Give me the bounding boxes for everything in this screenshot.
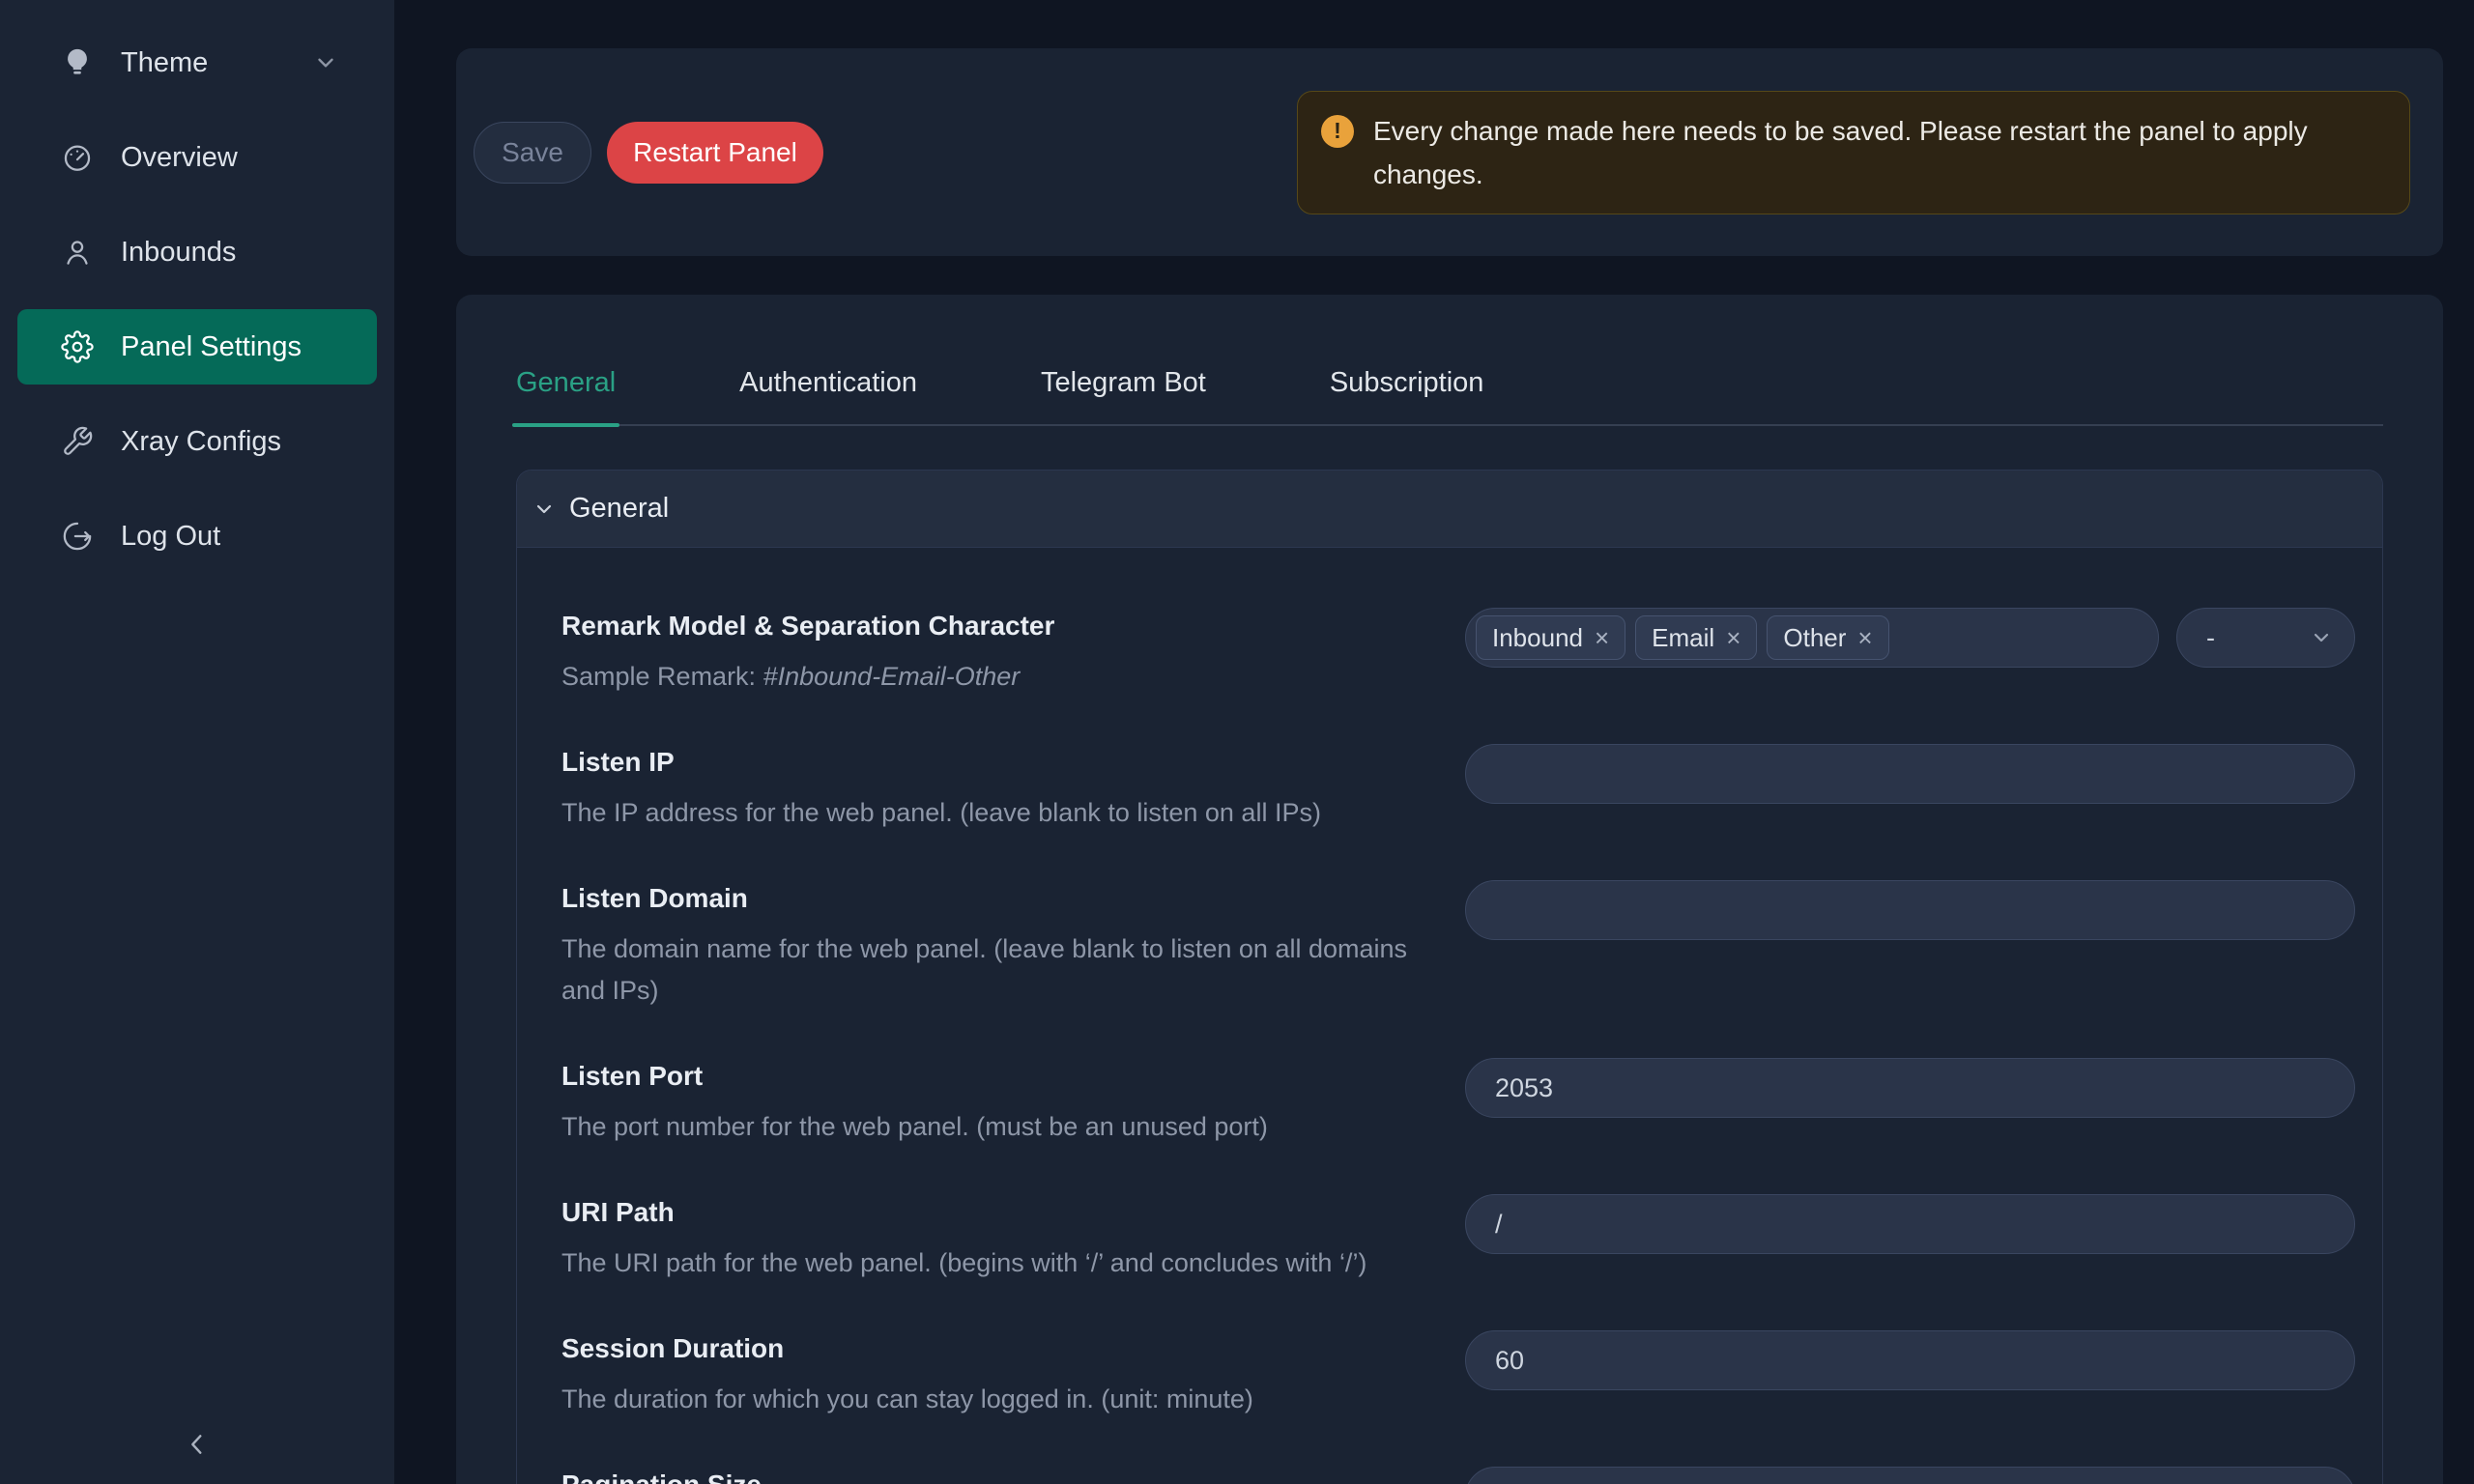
app-root: Theme Overview Inbounds Panel Settings Xray …	[0, 0, 2474, 1484]
field-label: URI Path	[561, 1194, 1446, 1231]
form-row-listen-domain: Listen Domain The domain name for the web…	[561, 880, 2355, 1012]
tab-authentication[interactable]: Authentication	[739, 367, 917, 424]
warning-alert: ! Every change made here needs to be sav…	[1297, 91, 2410, 214]
sidebar-item-inbounds[interactable]: Inbounds	[17, 214, 377, 290]
chevron-down-icon	[2310, 626, 2333, 649]
logout-icon	[61, 520, 94, 553]
sidebar-item-label: Theme	[121, 47, 208, 79]
listen-port-input[interactable]	[1465, 1058, 2355, 1118]
field-label: Listen Port	[561, 1058, 1446, 1095]
field-label-block: Listen Port The port number for the web p…	[561, 1058, 1465, 1148]
field-label-block: Remark Model & Separation Character Sampl…	[561, 608, 1465, 698]
toolbar-card: Save Restart Panel ! Every change made h…	[456, 48, 2443, 256]
field-control: Inbound×Email×Other× -	[1465, 608, 2355, 698]
dashboard-icon	[61, 141, 94, 174]
tab-general[interactable]: General	[516, 367, 616, 424]
field-control	[1465, 1058, 2355, 1148]
sidebar-item-theme[interactable]: Theme	[17, 25, 377, 100]
general-collapse-header[interactable]: General	[517, 471, 2382, 548]
general-form: Remark Model & Separation Character Sampl…	[517, 548, 2382, 1484]
chevron-down-icon	[313, 50, 338, 75]
separator-value: -	[2206, 623, 2215, 653]
sidebar-item-overview[interactable]: Overview	[17, 120, 377, 195]
bulb-icon	[61, 46, 94, 79]
field-label: Pagination Size	[561, 1467, 1446, 1484]
field-control	[1465, 744, 2355, 834]
tag-remove-icon[interactable]: ×	[1857, 625, 1872, 650]
sidebar-item-label: Overview	[121, 142, 238, 174]
field-label: Listen IP	[561, 744, 1446, 781]
field-label-block: URI Path The URI path for the web panel. …	[561, 1194, 1465, 1284]
field-control	[1465, 880, 2355, 1012]
save-button[interactable]: Save	[474, 122, 591, 184]
wrench-icon	[61, 425, 94, 458]
sidebar-item-label: Xray Configs	[121, 426, 281, 458]
separator-select[interactable]: -	[2176, 608, 2355, 668]
field-label-block: Listen Domain The domain name for the web…	[561, 880, 1465, 1012]
tag-remove-icon[interactable]: ×	[1595, 625, 1609, 650]
field-description: The URI path for the web panel. (begins …	[561, 1242, 1446, 1284]
field-description: Sample Remark: #Inbound-Email-Other	[561, 656, 1446, 698]
sidebar-item-label: Log Out	[121, 521, 220, 553]
uri-path-input[interactable]	[1465, 1194, 2355, 1254]
tag-email: Email×	[1635, 615, 1757, 660]
settings-card: General Authentication Telegram Bot Subscri…	[456, 295, 2443, 1484]
field-label-block: Session Duration The duration for which y…	[561, 1330, 1465, 1420]
listen-ip-input[interactable]	[1465, 744, 2355, 804]
tag-remove-icon[interactable]: ×	[1726, 625, 1740, 650]
field-description: The domain name for the web panel. (leav…	[561, 928, 1446, 1012]
field-label: Listen Domain	[561, 880, 1446, 917]
sidebar-nav: Theme Overview Inbounds Panel Settings Xray …	[0, 25, 394, 574]
field-control	[1465, 1467, 2355, 1484]
general-collapse-panel: General Remark Model & Separation Charac…	[516, 470, 2383, 1484]
field-label-block: Listen IP The IP address for the web pane…	[561, 744, 1465, 834]
field-label: Remark Model & Separation Character	[561, 608, 1446, 644]
form-row-session-duration: Session Duration The duration for which y…	[561, 1330, 2355, 1420]
sidebar-item-panel-settings[interactable]: Panel Settings	[17, 309, 377, 385]
pagination-size-input[interactable]	[1465, 1467, 2355, 1484]
warning-icon: !	[1321, 115, 1354, 148]
field-description: The port number for the web panel. (must…	[561, 1106, 1446, 1148]
tag-other: Other×	[1767, 615, 1888, 660]
restart-panel-button[interactable]: Restart Panel	[607, 122, 823, 184]
form-row-listen-ip: Listen IP The IP address for the web pane…	[561, 744, 2355, 834]
field-label-block: Pagination Size	[561, 1467, 1465, 1484]
field-control	[1465, 1194, 2355, 1284]
sidebar-item-xray-configs[interactable]: Xray Configs	[17, 404, 377, 479]
sidebar-item-label: Panel Settings	[121, 331, 302, 363]
form-row-remark-model-separation-character: Remark Model & Separation Character Sampl…	[561, 608, 2355, 698]
chevron-down-icon	[532, 498, 556, 521]
chevron-left-icon	[182, 1429, 213, 1460]
gear-icon	[61, 330, 94, 363]
form-row-uri-path: URI Path The URI path for the web panel. …	[561, 1194, 2355, 1284]
sidebar-item-log-out[interactable]: Log Out	[17, 499, 377, 574]
section-title: General	[569, 493, 669, 525]
field-label: Session Duration	[561, 1330, 1446, 1367]
sidebar-collapse-button[interactable]	[176, 1423, 218, 1469]
session-duration-input[interactable]	[1465, 1330, 2355, 1390]
tag-inbound: Inbound×	[1476, 615, 1625, 660]
sidebar: Theme Overview Inbounds Panel Settings Xray …	[0, 0, 394, 1484]
listen-domain-input[interactable]	[1465, 880, 2355, 940]
form-row-listen-port: Listen Port The port number for the web p…	[561, 1058, 2355, 1148]
alert-text: Every change made here needs to be saved…	[1373, 109, 2388, 196]
tab-bar: General Authentication Telegram Bot Subscri…	[516, 295, 2383, 426]
form-row-pagination-size: Pagination Size	[561, 1467, 2355, 1484]
tab-telegram-bot[interactable]: Telegram Bot	[1041, 367, 1206, 424]
remark-model-separation-character-select[interactable]: Inbound×Email×Other×	[1465, 608, 2159, 668]
field-control	[1465, 1330, 2355, 1420]
field-description: The duration for which you can stay logg…	[561, 1379, 1446, 1420]
user-icon	[61, 236, 94, 269]
main-content: Save Restart Panel ! Every change made h…	[394, 0, 2474, 1484]
field-description: The IP address for the web panel. (leave…	[561, 792, 1446, 834]
sidebar-item-label: Inbounds	[121, 237, 236, 269]
tab-subscription[interactable]: Subscription	[1330, 367, 1484, 424]
